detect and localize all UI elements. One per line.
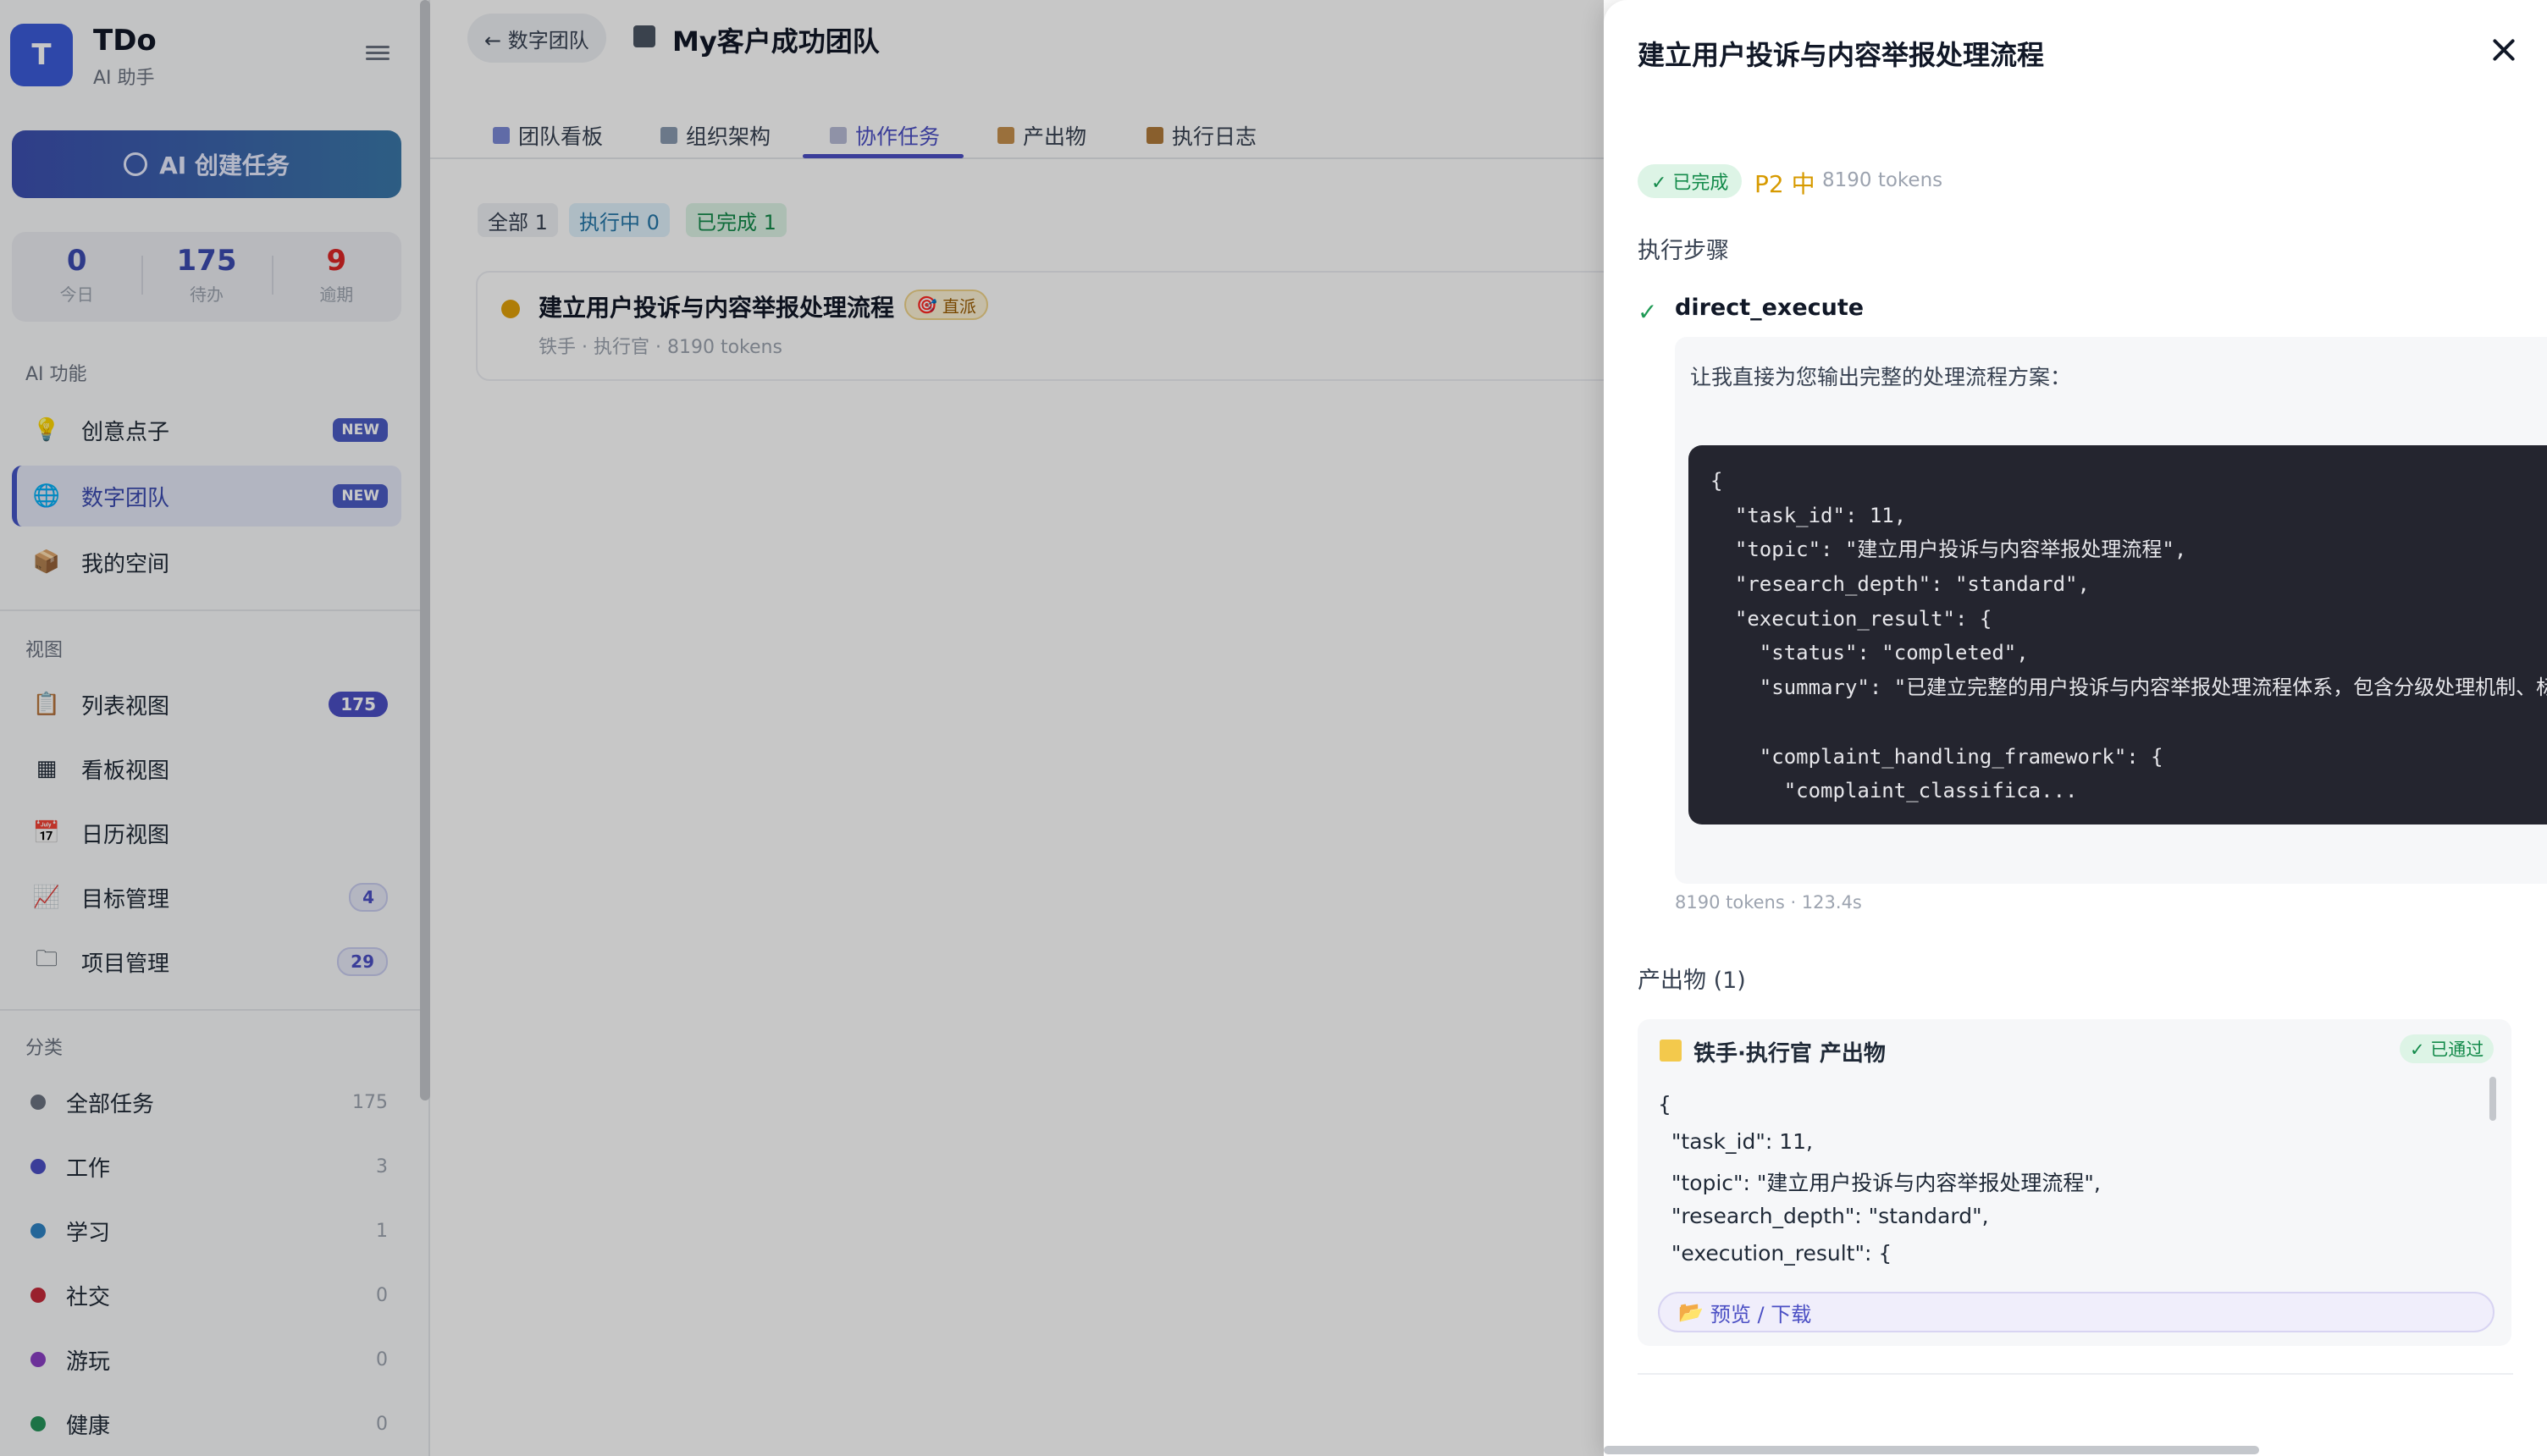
output-heading: 产出物 (1) bbox=[1638, 968, 1746, 994]
output-line: "task_id": 11, bbox=[1658, 1129, 1813, 1154]
step-intro: 让我直接为您输出完整的处理流程方案： bbox=[1690, 365, 2072, 389]
token-count: 8190 tokens bbox=[1822, 169, 1943, 191]
task-detail-drawer: 建立用户投诉与内容举报处理流程 ✓ 已完成 P2 中 8190 tokens 执… bbox=[1604, 0, 2547, 1456]
check-icon: ✓ bbox=[1638, 298, 1658, 326]
drawer-title: 建立用户投诉与内容举报处理流程 bbox=[1638, 39, 2045, 71]
code-line: "task_id": 11, bbox=[1710, 503, 1907, 527]
priority-label: P2 中 bbox=[1754, 170, 1815, 198]
code-line: "research_depth": "standard", bbox=[1710, 572, 2090, 597]
approved-badge: ✓ 已通过 bbox=[2400, 1034, 2495, 1063]
code-line: "topic": "建立用户投诉与内容举报处理流程", bbox=[1710, 538, 2187, 562]
code-line: "status": "completed", bbox=[1710, 641, 2029, 665]
steps-heading: 执行步骤 bbox=[1638, 238, 1729, 264]
folder-open-icon: 📂 bbox=[1678, 1300, 1704, 1324]
divider bbox=[1638, 1373, 2513, 1375]
preview-download-button[interactable]: 📂 预览 / 下载 bbox=[1658, 1292, 2495, 1332]
output-title: 铁手·执行官 产出物 bbox=[1693, 1041, 1886, 1067]
output-scrollbar[interactable] bbox=[2489, 1077, 2496, 1121]
output-line: "research_depth": "standard", bbox=[1658, 1204, 1989, 1228]
preview-download-label: 预览 / 下载 bbox=[1710, 1302, 1812, 1326]
output-line: "topic": "建立用户投诉与内容举报处理流程", bbox=[1658, 1171, 2101, 1195]
horizontal-scrollbar[interactable] bbox=[1604, 1446, 2259, 1454]
status-badge: ✓ 已完成 bbox=[1638, 164, 1743, 198]
output-line: "execution_result": { bbox=[1658, 1241, 1892, 1266]
modal-overlay[interactable] bbox=[0, 0, 1604, 1456]
output-line: { bbox=[1658, 1092, 1671, 1117]
code-line: { bbox=[1710, 469, 1723, 493]
code-block: { "task_id": 11, "topic": "建立用户投诉与内容举报处理… bbox=[1688, 445, 2547, 825]
step-footer: 8190 tokens · 123.4s bbox=[1675, 892, 1862, 913]
memo-icon bbox=[1660, 1040, 1682, 1062]
code-line: "summary": "已建立完整的用户投诉与内容举报处理流程体系，包含分级处理… bbox=[1710, 676, 2547, 700]
step-name[interactable]: direct_execute bbox=[1675, 295, 1864, 321]
code-line: "complaint_classifica... bbox=[1710, 779, 2078, 803]
code-line: "complaint_handling_framework": { bbox=[1710, 744, 2163, 769]
close-icon[interactable] bbox=[2488, 34, 2520, 66]
code-line: "execution_result": { bbox=[1710, 606, 1992, 631]
